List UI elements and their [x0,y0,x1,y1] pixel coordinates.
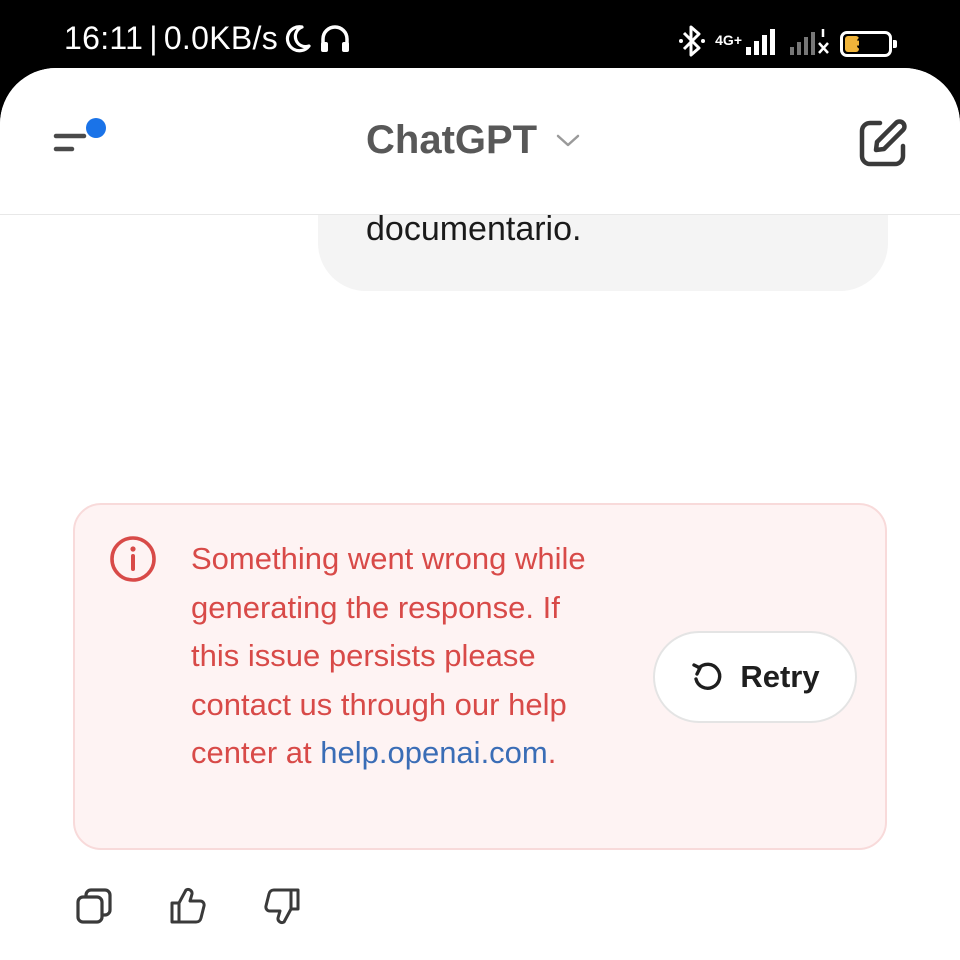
sidebar-menu-icon [53,118,106,152]
error-message: Something went wrong while generating th… [191,535,611,778]
copy-icon [76,888,112,924]
chevron-down-icon [556,134,580,146]
error-card: Something went wrong while generating th… [73,503,887,850]
bluetooth-icon [679,24,706,63]
status-right: 4G+ 33 [679,24,897,63]
error-message-trailing: . [547,735,557,770]
signal-icon [746,27,780,60]
sidebar-menu-button[interactable] [50,116,114,166]
thumbs-up-icon [170,887,206,924]
retry-label: Retry [740,659,820,694]
copy-button[interactable] [74,886,114,926]
battery-icon: 33 [840,30,897,57]
thumbs-down-button[interactable] [262,886,302,926]
chat-app: ChatGPT documentario. Something went wro… [0,68,960,960]
signal-no-service-icon [790,27,830,60]
retry-button[interactable]: Retry [653,631,857,723]
user-message-text: documentario. [366,210,582,248]
headset-icon [318,24,352,54]
notification-dot [86,118,106,138]
battery-cap [893,39,897,48]
moon-icon [284,24,312,54]
thumbs-up-button[interactable] [168,886,208,926]
thumbs-down-icon [264,888,300,925]
status-left: 16:11 | 0.0KB/s [64,20,352,57]
network-type-label: 4G+ [715,31,742,48]
info-icon [109,535,157,588]
status-separator: | [149,20,158,56]
model-selector[interactable]: ChatGPT [366,118,581,163]
help-center-link[interactable]: help.openai.com [320,735,548,770]
message-actions [74,886,302,926]
status-net-speed: 0.0KB/s [163,20,278,56]
new-chat-button[interactable] [856,116,910,170]
app-title: ChatGPT [366,118,538,162]
app-header: ChatGPT [0,68,960,215]
battery-level: 33 [856,34,876,53]
new-chat-icon [859,119,907,167]
status-time: 16:11 [64,20,144,56]
retry-icon [692,662,722,690]
